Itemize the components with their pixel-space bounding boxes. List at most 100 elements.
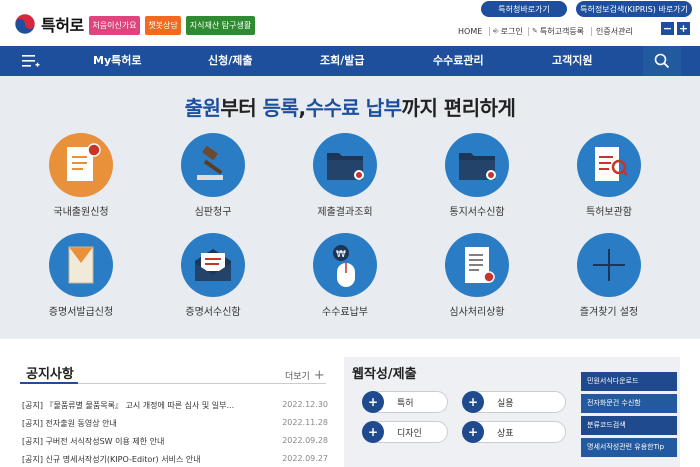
service-submission-result[interactable]: 제출결과조회 bbox=[290, 133, 400, 218]
notice-text: [공지] 전자출원 동영상 안내 bbox=[22, 419, 117, 428]
service-fee-payment[interactable]: ₩ 수수료납부 bbox=[290, 233, 400, 318]
gavel-icon bbox=[197, 146, 223, 180]
pencil-icon: ✎ bbox=[532, 27, 538, 35]
write-button-label: 상표 bbox=[497, 428, 514, 439]
service-icon-circle bbox=[577, 133, 641, 197]
service-notice-inbox[interactable]: 통지서수신함 bbox=[422, 133, 532, 218]
mouse-won-icon: ₩ bbox=[333, 245, 355, 287]
service-domestic-application[interactable]: 국내출원신청 bbox=[26, 133, 136, 218]
folder-badge-icon bbox=[459, 153, 496, 180]
service-label: 통지서수신함 bbox=[449, 207, 505, 218]
headline-part: 부터 bbox=[220, 96, 263, 120]
write-patent-button[interactable]: + 특허 bbox=[362, 391, 448, 413]
service-icon-circle bbox=[181, 133, 245, 197]
headline-part: 출원 bbox=[184, 96, 221, 120]
document-badge-icon bbox=[67, 143, 101, 181]
plus-icon: + bbox=[362, 391, 384, 413]
customer-register-label: 특허고객등록 bbox=[539, 26, 585, 36]
main-nav: My특허로 신청/제출 조회/발급 수수료관리 고객지원 bbox=[0, 46, 700, 76]
svg-text:₩: ₩ bbox=[336, 249, 346, 260]
plus-icon: + bbox=[462, 421, 484, 443]
service-label: 특허보관함 bbox=[586, 207, 632, 218]
notice-title: 공지사항 bbox=[26, 367, 74, 382]
side-link-classification-search[interactable]: 분류코드검색 bbox=[581, 416, 677, 435]
write-button-label: 특허 bbox=[397, 398, 414, 409]
notice-date: 2022.11.28 bbox=[282, 418, 328, 427]
list-item[interactable]: [공지] 전자출원 동영상 안내 2022.11.28 bbox=[22, 418, 328, 429]
scroll-badge-icon bbox=[465, 247, 495, 283]
service-trial-request[interactable]: 심판청구 bbox=[158, 133, 268, 218]
font-decrease-button[interactable]: − bbox=[661, 22, 674, 35]
notice-date: 2022.09.28 bbox=[282, 436, 328, 445]
plus-icon: + bbox=[362, 421, 384, 443]
headline-part: 등록 bbox=[262, 96, 299, 120]
mail-open-icon bbox=[195, 249, 231, 281]
service-label: 수수료납부 bbox=[322, 307, 368, 318]
service-icon-circle bbox=[445, 233, 509, 297]
login-icon: ⎆ bbox=[493, 26, 499, 35]
logo-text: 특허로 bbox=[41, 16, 84, 35]
home-link[interactable]: HOME bbox=[458, 25, 482, 37]
divider bbox=[591, 27, 592, 36]
service-label: 심사처리상황 bbox=[449, 307, 505, 318]
list-item[interactable]: [공지] 『물품류별 물품목록』 고시 개정에 따른 심사 및 일부... 20… bbox=[22, 400, 328, 411]
service-icon-circle bbox=[445, 133, 509, 197]
notice-more-link[interactable]: 더보기 + bbox=[285, 369, 325, 383]
certificate-link[interactable]: 인증서관리 bbox=[596, 25, 633, 37]
divider bbox=[20, 382, 78, 384]
write-trademark-button[interactable]: + 상표 bbox=[462, 421, 566, 443]
service-label: 즐겨찾기 설정 bbox=[579, 307, 639, 318]
side-link-spec-tips[interactable]: 명세서작성관련 유용한Tip bbox=[581, 438, 677, 457]
service-certificate-issue[interactable]: 증명서발급신청 bbox=[26, 233, 136, 318]
login-link[interactable]: ⎆ 로그인 bbox=[493, 25, 523, 37]
service-icon-circle: ₩ bbox=[313, 233, 377, 297]
document-search-icon bbox=[595, 147, 628, 181]
service-certificate-inbox[interactable]: 증명서수신함 bbox=[158, 233, 268, 318]
certificate-link-label: 인증서관리 bbox=[596, 26, 633, 36]
ip-explore-button[interactable]: 지식재산 탐구생활 bbox=[186, 16, 255, 35]
kipris-shortcut-button[interactable]: 특허정보검색(KIPRIS) 바로가기 bbox=[576, 1, 692, 17]
kipo-emblem-icon bbox=[14, 13, 36, 35]
notice-text: [공지] 구버전 서식작성SW 이용 제한 안내 bbox=[22, 437, 165, 446]
menu-icon[interactable] bbox=[22, 54, 40, 68]
chatbot-button[interactable]: 챗봇상담 bbox=[145, 16, 181, 35]
nav-item-customer-support[interactable]: 고객지원 bbox=[552, 46, 592, 76]
service-icon-circle bbox=[49, 133, 113, 197]
divider bbox=[489, 27, 490, 36]
nav-item-my-patent[interactable]: My특허로 bbox=[93, 46, 141, 76]
site-logo[interactable]: 특허로 bbox=[14, 12, 84, 36]
font-increase-button[interactable]: + bbox=[677, 22, 690, 35]
nav-item-apply-submit[interactable]: 신청/제출 bbox=[208, 46, 253, 76]
service-icon-circle bbox=[181, 233, 245, 297]
notice-date: 2022.09.27 bbox=[282, 454, 328, 463]
login-link-label: 로그인 bbox=[500, 26, 523, 36]
hero-headline: 출원부터 등록,수수료 납부까지 편리하게 bbox=[0, 92, 700, 121]
service-label: 증명서수신함 bbox=[185, 307, 241, 318]
kipo-shortcut-button[interactable]: 특허청바로가기 bbox=[481, 1, 567, 17]
service-label: 증명서발급신청 bbox=[48, 307, 114, 318]
service-patent-storage[interactable]: 특허보관함 bbox=[554, 133, 664, 218]
side-link-form-download[interactable]: 민원서식다운로드 bbox=[581, 372, 677, 391]
folder-badge-icon bbox=[327, 153, 364, 180]
side-link-digitized-inbox[interactable]: 전자화문건 수신함 bbox=[581, 394, 677, 413]
plus-icon: + bbox=[462, 391, 484, 413]
service-label: 제출결과조회 bbox=[317, 207, 373, 218]
service-icon-circle bbox=[49, 233, 113, 297]
service-icon-circle bbox=[577, 233, 641, 297]
list-item[interactable]: [공지] 구버전 서식작성SW 이용 제한 안내 2022.09.28 bbox=[22, 436, 328, 447]
plus-icon bbox=[593, 249, 625, 281]
service-label: 국내출원신청 bbox=[53, 207, 109, 218]
write-utility-button[interactable]: + 실용 bbox=[462, 391, 566, 413]
headline-part: , bbox=[298, 96, 306, 120]
search-button[interactable] bbox=[643, 46, 681, 76]
nav-item-inquiry-issue[interactable]: 조회/발급 bbox=[320, 46, 365, 76]
customer-register-link[interactable]: ✎ 특허고객등록 bbox=[532, 25, 584, 37]
write-design-button[interactable]: + 디자인 bbox=[362, 421, 448, 443]
divider bbox=[528, 27, 529, 36]
nav-item-fee-management[interactable]: 수수료관리 bbox=[433, 46, 484, 76]
service-examination-status[interactable]: 심사처리상황 bbox=[422, 233, 532, 318]
service-favorites-setting[interactable]: 즐겨찾기 설정 bbox=[554, 233, 664, 318]
headline-part: 까지 편리하게 bbox=[401, 96, 516, 120]
list-item[interactable]: [공지] 신규 명세서작성기(KIPO-Editor) 서비스 안내 2022.… bbox=[22, 454, 328, 465]
first-visit-button[interactable]: 처음이신가요 bbox=[89, 16, 140, 35]
